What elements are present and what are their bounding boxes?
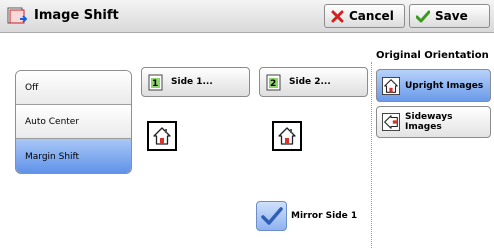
shift-mode-label: Auto Center: [25, 116, 80, 127]
shift-mode-margin-shift[interactable]: Margin Shift: [16, 139, 131, 173]
upright-house-icon: [382, 76, 400, 95]
shift-mode-off[interactable]: Off: [16, 71, 131, 105]
sideways-images-label: Sideways Images: [405, 112, 453, 132]
side-1-preview-house-icon: [147, 121, 177, 151]
upright-images-button[interactable]: Upright Images: [376, 69, 491, 102]
side-2-page-icon: 2: [266, 74, 283, 91]
checkmark-icon: [260, 207, 283, 225]
cancel-button-label: Cancel: [349, 9, 394, 23]
image-shift-icon: [7, 7, 28, 25]
shift-mode-list: Off Auto Center Margin Shift: [15, 70, 132, 174]
red-x-icon: [331, 10, 344, 22]
section-divider: [371, 62, 372, 248]
mirror-side-1-label: Mirror Side 1: [291, 211, 358, 221]
save-button-label: Save: [435, 9, 468, 23]
side-1-label: Side 1...: [171, 77, 213, 87]
green-check-icon: [416, 10, 430, 22]
side-1-page-icon: 1: [148, 74, 165, 91]
svg-text:1: 1: [152, 79, 158, 89]
shift-mode-label: Off: [25, 82, 39, 93]
side-1-button[interactable]: 1 Side 1...: [141, 67, 250, 97]
shift-mode-label: Margin Shift: [25, 152, 80, 162]
shift-mode-auto-center[interactable]: Auto Center: [16, 105, 131, 139]
sideways-images-button[interactable]: Sideways Images: [376, 106, 491, 138]
side-2-label: Side 2...: [289, 77, 331, 87]
sideways-house-icon: [382, 113, 400, 131]
side-2-button[interactable]: 2 Side 2...: [259, 67, 368, 97]
svg-text:2: 2: [270, 79, 276, 89]
mirror-side-1-checkbox[interactable]: [256, 201, 287, 231]
side-2-preview-house-icon: [272, 121, 302, 151]
save-button[interactable]: Save: [409, 4, 490, 28]
cancel-button[interactable]: Cancel: [324, 4, 405, 28]
original-orientation-heading: Original Orientation: [376, 50, 489, 61]
upright-images-label: Upright Images: [405, 80, 484, 91]
page-title: Image Shift: [34, 8, 119, 23]
